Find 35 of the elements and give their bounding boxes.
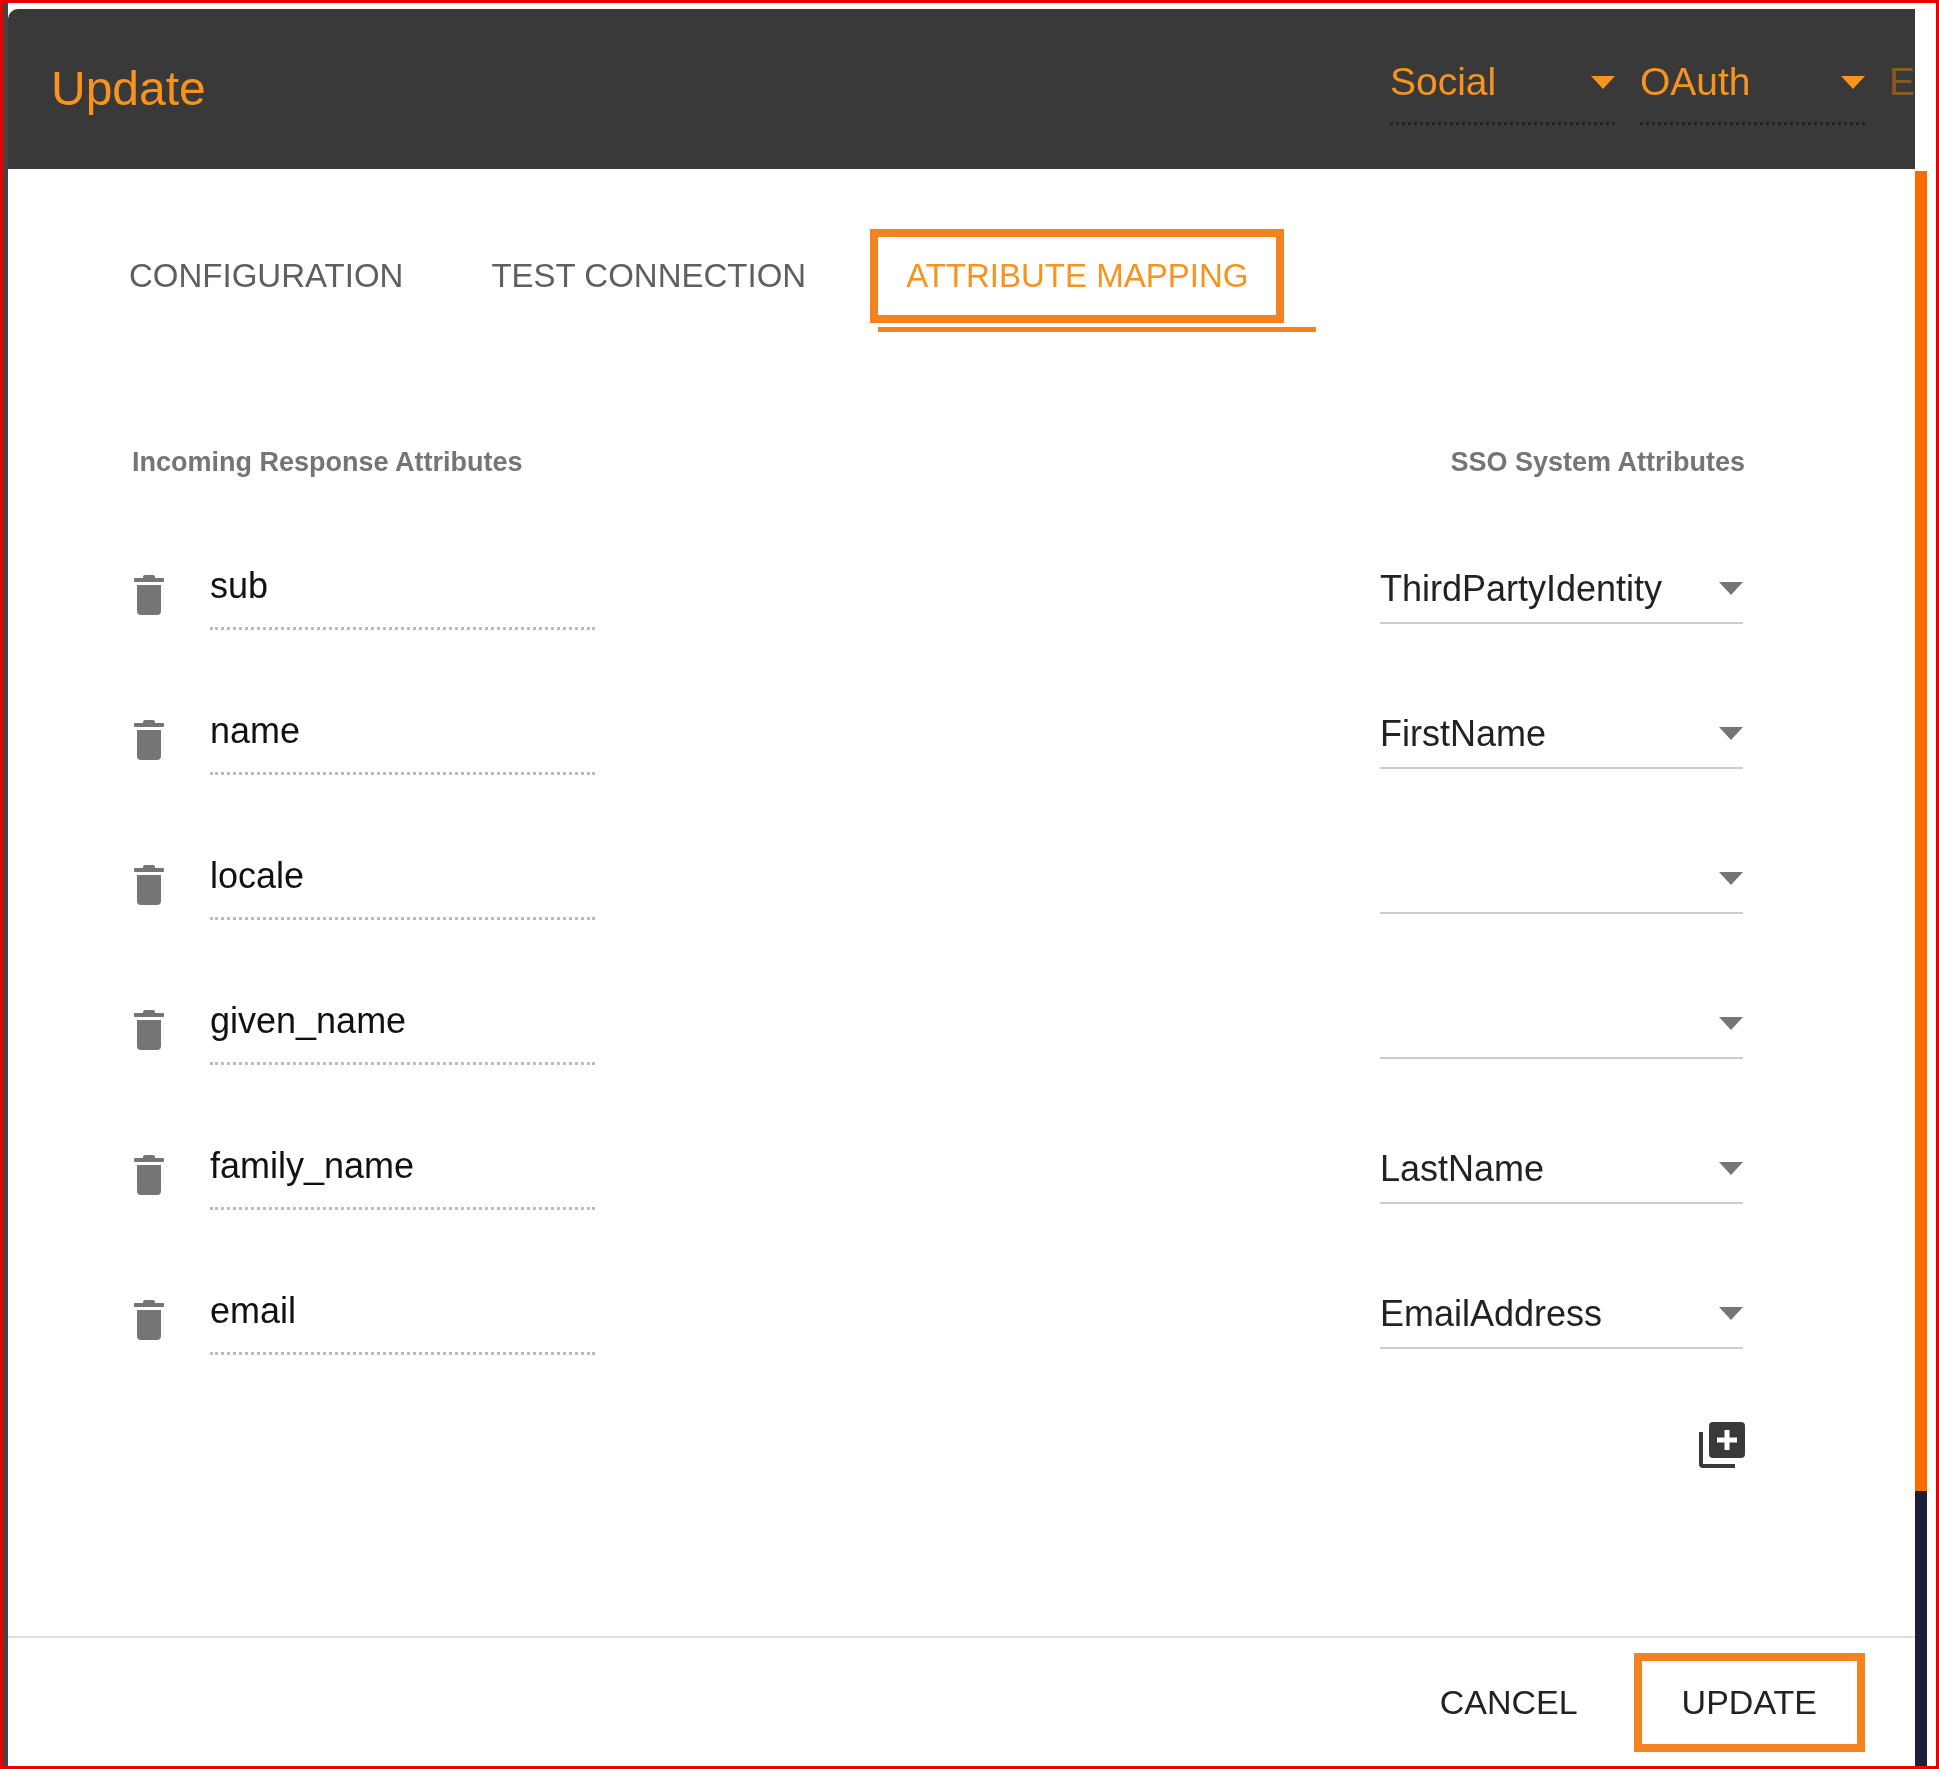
dropdown-caret-icon bbox=[1719, 727, 1743, 740]
trash-icon[interactable] bbox=[134, 864, 164, 905]
dropdown-caret-icon bbox=[1719, 872, 1743, 885]
trash-icon[interactable] bbox=[134, 1009, 164, 1050]
header-dropdown[interactable]: Social bbox=[1390, 53, 1615, 125]
column-heading: SSO System Attributes bbox=[1450, 445, 1745, 479]
dropdown-caret-icon bbox=[1841, 76, 1865, 89]
trash-icon[interactable] bbox=[134, 1299, 164, 1340]
tab[interactable]: CONFIGURATION bbox=[105, 229, 428, 323]
header-label: E bbox=[1889, 59, 1915, 106]
text-field[interactable]: sub bbox=[210, 559, 595, 630]
trash-icon[interactable] bbox=[134, 1154, 164, 1195]
add-icon[interactable] bbox=[1699, 1422, 1745, 1468]
dropdown-caret-icon bbox=[1719, 1307, 1743, 1320]
trash-icon[interactable] bbox=[134, 574, 164, 615]
text-field[interactable]: name bbox=[210, 704, 595, 775]
dropdown-caret-icon bbox=[1719, 582, 1743, 595]
text-field[interactable]: locale bbox=[210, 849, 595, 920]
tab[interactable]: TEST CONNECTION bbox=[467, 229, 831, 323]
dialog-title: Update bbox=[51, 61, 206, 117]
text-field[interactable]: family_name bbox=[210, 1139, 595, 1210]
footer-button[interactable]: UPDATE bbox=[1633, 1652, 1865, 1752]
dropdown-field[interactable]: EmailAddress bbox=[1380, 1290, 1743, 1349]
dropdown-field[interactable]: ThirdPartyIdentity bbox=[1380, 565, 1743, 624]
dropdown-caret-icon bbox=[1719, 1162, 1743, 1175]
header-dropdown[interactable]: OAuth bbox=[1640, 53, 1865, 125]
trash-icon[interactable] bbox=[134, 719, 164, 760]
text-field[interactable]: given_name bbox=[210, 994, 595, 1065]
footer-button[interactable]: CANCEL bbox=[1403, 1654, 1614, 1750]
dropdown-field[interactable]: FirstName bbox=[1380, 710, 1743, 769]
column-heading: Incoming Response Attributes bbox=[132, 445, 523, 479]
dropdown-caret-icon bbox=[1591, 76, 1615, 89]
text-field[interactable]: email bbox=[210, 1284, 595, 1355]
dropdown-field[interactable]: LastName bbox=[1380, 1145, 1743, 1204]
dropdown-caret-icon bbox=[1719, 1017, 1743, 1030]
